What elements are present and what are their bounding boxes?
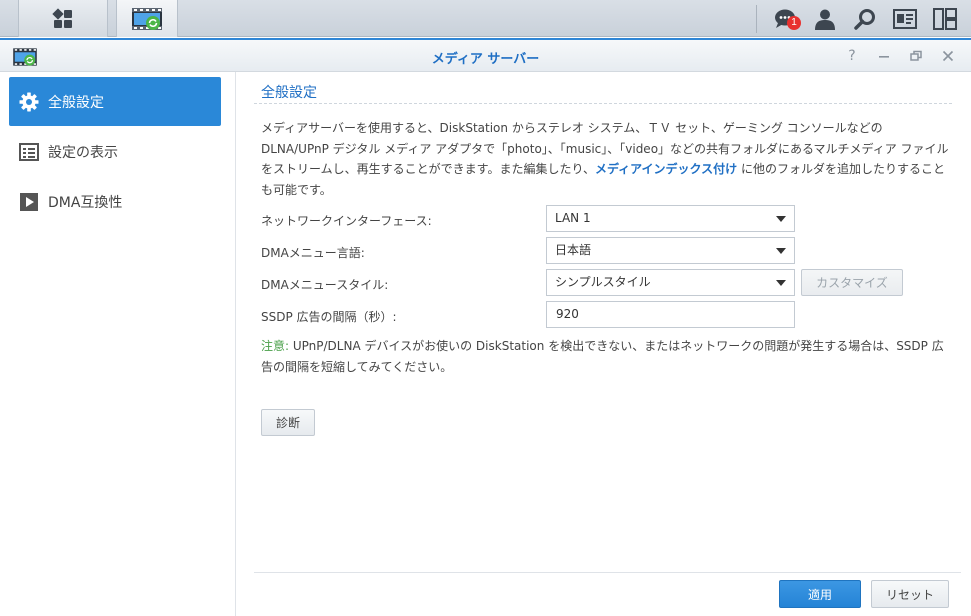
dma-menu-language-label: DMAメニュー言語: — [261, 246, 365, 260]
chevron-down-icon — [776, 248, 786, 254]
user-icon — [815, 9, 835, 30]
notification-badge: 1 — [787, 16, 801, 30]
dma-menu-style-value: シンプルスタイル — [555, 275, 651, 289]
window-controls: ? — [843, 48, 957, 64]
options-button[interactable] — [885, 0, 925, 37]
help-icon: ? — [848, 48, 856, 64]
play-icon — [19, 192, 39, 212]
sidebar: 全般設定 設定の表示 DMA互換性 — [0, 72, 236, 616]
main-content: 全般設定 メディアサーバーを使用すると、DiskStation からステレオ シ… — [254, 72, 954, 572]
note-text: 注意: UPnP/DLNA デバイスがお使いの DiskStation を検出で… — [261, 336, 951, 377]
note-label: 注意: — [261, 339, 290, 353]
widgets-icon — [933, 7, 957, 30]
dma-menu-style-label: DMAメニュースタイル: — [261, 278, 389, 292]
close-button[interactable] — [939, 48, 957, 64]
minimize-icon — [879, 56, 889, 58]
restore-icon — [910, 50, 922, 61]
sidebar-item-dma-compatibility[interactable]: DMA互換性 — [9, 177, 221, 226]
description-text: メディアサーバーを使用すると、DiskStation からステレオ システム、Ｔ… — [261, 118, 951, 200]
user-button[interactable] — [805, 0, 845, 37]
dma-menu-language-select[interactable]: 日本語 — [546, 237, 795, 264]
tray-divider — [756, 4, 757, 33]
id-card-icon — [893, 8, 917, 29]
media-server-taskbar-button[interactable] — [116, 0, 178, 37]
help-button[interactable]: ? — [843, 48, 861, 64]
dma-menu-language-value: 日本語 — [555, 243, 592, 257]
network-interface-select[interactable]: LAN 1 — [546, 205, 795, 232]
widgets-button[interactable] — [925, 0, 965, 37]
search-button[interactable] — [845, 0, 885, 37]
sidebar-item-label: 全般設定 — [48, 94, 104, 111]
note-body: UPnP/DLNA デバイスがお使いの DiskStation を検出できない、… — [261, 339, 944, 374]
restore-button[interactable] — [907, 48, 925, 64]
window-title: メディア サーバー — [431, 52, 540, 67]
section-title: 全般設定 — [261, 85, 317, 101]
notifications-button[interactable]: 1 — [765, 0, 805, 37]
search-icon — [854, 8, 875, 30]
ssdp-interval-input[interactable]: 920 — [546, 301, 795, 328]
sidebar-item-general-settings[interactable]: 全般設定 — [9, 77, 221, 126]
apply-button[interactable]: 適用 — [779, 580, 861, 608]
sidebar-item-label: DMA互換性 — [48, 194, 123, 211]
diagnose-button[interactable]: 診断 — [261, 409, 315, 436]
network-interface-label: ネットワークインターフェース: — [261, 214, 432, 228]
gear-icon — [19, 92, 39, 112]
sidebar-item-display-settings[interactable]: 設定の表示 — [9, 127, 221, 176]
list-view-icon — [19, 142, 39, 162]
chevron-down-icon — [776, 280, 786, 286]
footer-divider — [254, 572, 961, 573]
reset-button[interactable]: リセット — [871, 580, 949, 608]
minimize-button[interactable] — [875, 48, 893, 64]
window-titlebar[interactable]: メディア サーバー ? — [0, 38, 971, 72]
customize-button[interactable]: カスタマイズ — [801, 269, 903, 296]
taskbar-tray: 1 — [756, 0, 971, 37]
main-menu-icon — [52, 7, 72, 28]
sidebar-item-label: 設定の表示 — [48, 144, 118, 161]
taskbar: 1 — [0, 0, 971, 37]
dma-menu-style-select[interactable]: シンプルスタイル — [546, 269, 795, 296]
network-interface-value: LAN 1 — [555, 211, 591, 225]
ssdp-interval-label: SSDP 広告の間隔（秒）: — [261, 310, 397, 324]
chevron-down-icon — [776, 216, 786, 222]
main-menu-button[interactable] — [18, 0, 108, 37]
close-icon — [942, 50, 954, 62]
media-indexing-link[interactable]: メディアインデックス付け — [595, 162, 737, 176]
section-divider — [254, 103, 952, 104]
media-server-app-icon — [132, 7, 162, 30]
